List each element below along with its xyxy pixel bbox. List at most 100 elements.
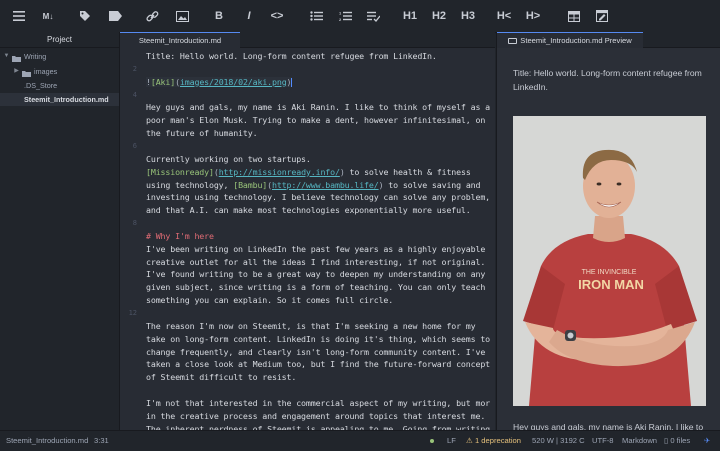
numbered-list-button[interactable]: 12 (334, 7, 356, 25)
hamburger-menu-button[interactable] (8, 7, 30, 25)
code-text: something you can explain. So it comes f… (146, 295, 394, 306)
code-text: in the creative process and engagement a… (146, 410, 486, 421)
code-line[interactable]: something you can explain. So it comes f… (146, 295, 393, 305)
status-file-path[interactable]: Steemit_Introduction.md (6, 431, 88, 451)
hamburger-menu-icon (13, 11, 25, 21)
code-text: I'm not that interested in the commercia… (146, 397, 490, 408)
bird-icon[interactable]: ✈ (704, 431, 710, 451)
shirt-print-line-2: IRON MAN (578, 277, 644, 292)
tree-item-label: Steemit_Introduction.md (24, 95, 109, 104)
code-line[interactable]: Hey guys and gals, my name is Aki Ranin.… (146, 102, 490, 112)
editor-tab[interactable]: Steemit_Introduction.md (120, 32, 240, 48)
image-icon (175, 10, 189, 22)
link-button[interactable] (141, 7, 163, 25)
code-line[interactable]: take on long-form content. LinkedIn is d… (146, 334, 490, 344)
code-line[interactable]: using technology, [Bambu](http://www.bam… (146, 180, 481, 190)
tree-view: Project ▼ Writing ▶ images .DS_Store Steemit_… (0, 32, 120, 430)
line-number: 2 (132, 64, 137, 73)
code-button[interactable]: <> (266, 7, 288, 25)
code-line[interactable]: [Missionready](http://missionready.info/… (146, 167, 471, 177)
tag-icon (79, 10, 91, 22)
code-text: The reason I'm now on Steemit, is that I… (146, 320, 476, 331)
code-line[interactable]: I've been writing on LinkedIn the past f… (146, 244, 485, 254)
code-line[interactable]: I'm not that interested in the commercia… (146, 398, 490, 408)
code-text: Hey guys and gals, my name is Aki Ranin.… (146, 102, 490, 113)
tree-item-label: .DS_Store (24, 81, 58, 90)
code-text: and that A.I. can make most technologies… (146, 205, 471, 216)
code-line[interactable]: taken a close look at Medium too, but I … (146, 359, 490, 369)
svg-text:2: 2 (339, 17, 342, 21)
h1-button[interactable]: H1 (399, 7, 421, 25)
code-area[interactable]: Title: Hello world. Long-form content re… (146, 48, 490, 430)
h2-button-label: H2 (431, 10, 447, 22)
italic-button-label: I (247, 10, 251, 22)
code-line[interactable]: of Steemit difficult to resist. (146, 372, 296, 382)
indent-button[interactable]: H> (522, 7, 544, 25)
h1-button-label: H1 (402, 10, 418, 22)
bold-button-label: B (215, 10, 223, 22)
code-text: taken a close look at Medium too, but I … (146, 359, 490, 370)
tag-button[interactable] (74, 7, 96, 25)
bold-button[interactable]: B (208, 7, 230, 25)
tree-folder[interactable]: ▶ images (0, 65, 119, 78)
tree-item-label: Writing (24, 52, 47, 61)
status-cursor-position[interactable]: 3:31 (94, 431, 109, 451)
markdown-link-url: http://missionready.info/ (218, 166, 340, 177)
status-deprecation[interactable]: ⚠ 1 deprecation (466, 431, 521, 451)
code-line[interactable]: I've found writing to be a great way to … (146, 269, 485, 279)
status-word-count[interactable]: 520 W | 3192 C (532, 431, 585, 451)
code-line[interactable]: creative outlet for all the ideas I find… (146, 257, 485, 267)
code-line[interactable]: # Why I'm here (146, 231, 214, 241)
link-icon (145, 10, 159, 23)
preview-tab-label: Steemit_Introduction.md Preview (520, 36, 632, 45)
code-line[interactable]: given subject, since writing is a form o… (146, 282, 485, 292)
tree-folder[interactable]: ▼ Writing (0, 50, 119, 63)
toolbar: M↓ B I <> 1 2 H1 H2 H3 H< H> (0, 0, 720, 33)
editor-pane: Steemit_Introduction.md 2 4 6 8 12 Title: He… (120, 32, 495, 430)
label-button[interactable] (104, 7, 126, 25)
tree-file[interactable]: .DS_Store (0, 79, 119, 92)
status-line-ending[interactable]: LF (447, 431, 456, 451)
status-deprecation-label: 1 deprecation (474, 436, 521, 445)
code-line[interactable]: the future of humanity. (146, 128, 258, 138)
preview-tab-bar: Steemit_Introduction.md Preview (497, 32, 720, 48)
h3-button[interactable]: H3 (457, 7, 479, 25)
status-encoding[interactable]: UTF-8 (592, 431, 614, 451)
italic-button[interactable]: I (238, 7, 260, 25)
edit-button[interactable] (591, 7, 613, 25)
code-line[interactable]: in the creative process and engagement a… (146, 411, 485, 421)
outdent-button[interactable]: H< (493, 7, 515, 25)
image-button[interactable] (171, 7, 193, 25)
code-line[interactable]: poor man's Elon Musk. Trying to make a d… (146, 115, 485, 125)
h2-button[interactable]: H2 (428, 7, 450, 25)
chevron-right-icon: ▶ (14, 68, 19, 74)
chevron-down-icon: ▼ (3, 53, 10, 59)
code-line[interactable]: change frequently, and clearly isn't lon… (146, 347, 485, 357)
tree-file[interactable]: Steemit_Introduction.md (0, 93, 119, 106)
markdown-button[interactable]: M↓ (37, 7, 59, 25)
line-number-gutter: 2 4 6 8 12 (120, 48, 142, 430)
code-line[interactable]: The reason I'm now on Steemit, is that I… (146, 320, 476, 331)
table-icon (568, 10, 580, 22)
preview-tab[interactable]: Steemit_Introduction.md Preview (497, 32, 643, 48)
bullet-list-icon (309, 11, 323, 21)
numbered-list-icon: 12 (339, 11, 352, 21)
code-line[interactable]: Title: Hello world. Long-form content re… (146, 51, 437, 61)
bullet-list-button[interactable] (305, 7, 327, 25)
code-line[interactable]: and that A.I. can make most technologies… (146, 205, 471, 215)
status-files[interactable]: ▯ 0 files (664, 431, 690, 451)
code-text: take on long-form content. LinkedIn is d… (146, 333, 490, 344)
table-button[interactable] (563, 7, 585, 25)
cursor-line[interactable]: ![Aki](images/2018/02/aki.png) (146, 76, 293, 87)
code-line[interactable]: Currently working on two startups. (146, 154, 311, 164)
task-list-button[interactable] (362, 7, 384, 25)
code-line[interactable]: investing using technology. I believe te… (146, 192, 490, 202)
h3-button-label: H3 (460, 10, 476, 22)
editor-tab-bar: Steemit_Introduction.md (120, 32, 495, 48)
status-grammar[interactable]: Markdown (622, 431, 657, 451)
svg-text:1: 1 (339, 11, 342, 16)
tree-view-header: Project (0, 32, 119, 48)
code-text: I've found writing to be a great way to … (146, 269, 486, 280)
preview-icon (508, 37, 518, 44)
markdown-link-url: images/2018/02/aki.png (179, 76, 287, 87)
